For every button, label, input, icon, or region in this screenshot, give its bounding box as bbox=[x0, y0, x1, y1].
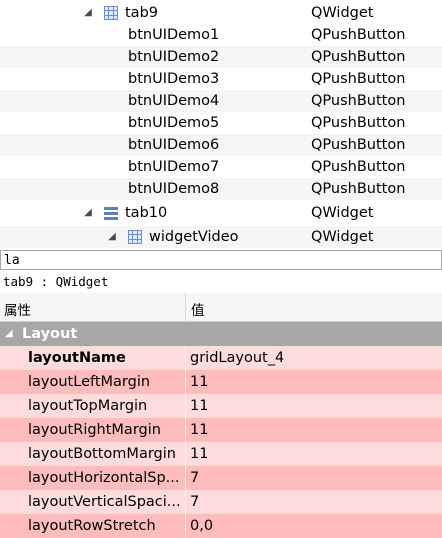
expand-arrow-icon[interactable]: ◢ bbox=[83, 2, 93, 24]
tree-item-tab10[interactable]: ◢ tab10 QWidget bbox=[0, 202, 442, 224]
property-column-header[interactable]: 属性 bbox=[4, 299, 31, 319]
property-name: layoutName bbox=[28, 350, 126, 366]
tree-item-class: QPushButton bbox=[311, 27, 406, 43]
tree-item-class: QPushButton bbox=[311, 115, 406, 131]
tree-item-name: tab9 bbox=[125, 5, 159, 21]
property-row-layoutleftmargin[interactable]: layoutLeftMargin 11 bbox=[0, 370, 442, 394]
tree-item-name: btnUIDemo5 bbox=[128, 115, 220, 131]
cell-divider bbox=[185, 370, 186, 394]
property-value[interactable]: 11 bbox=[190, 418, 208, 442]
property-name: layoutHorizontalSp... bbox=[28, 470, 180, 486]
tree-item-class: QWidget bbox=[311, 205, 374, 221]
property-row-layoutname[interactable]: layoutName gridLayout_4 bbox=[0, 346, 442, 370]
tree-item-btnuidemo3[interactable]: btnUIDemo3 QPushButton bbox=[0, 68, 442, 90]
tree-item-widgetvideo[interactable]: ◢ widgetVideo QWidget bbox=[0, 226, 442, 248]
tree-item-name: btnUIDemo2 bbox=[128, 49, 220, 65]
tree-item-btnuidemo8[interactable]: btnUIDemo8 QPushButton bbox=[0, 178, 442, 200]
property-group-name: Layout bbox=[22, 326, 78, 342]
current-object-label: tab9 : QWidget bbox=[3, 274, 109, 289]
property-name: layoutRightMargin bbox=[28, 422, 161, 438]
tree-item-name: widgetVideo bbox=[149, 229, 239, 245]
property-value[interactable]: 11 bbox=[190, 394, 208, 418]
cell-divider bbox=[185, 490, 186, 514]
tree-item-class: QPushButton bbox=[311, 71, 406, 87]
property-name: layoutLeftMargin bbox=[28, 374, 151, 390]
tree-item-class: QWidget bbox=[311, 229, 374, 245]
property-value[interactable]: 11 bbox=[190, 370, 208, 394]
property-table-header: 属性 值 bbox=[0, 293, 442, 322]
grid-layout-icon bbox=[104, 6, 118, 20]
tree-item-name: tab10 bbox=[125, 205, 168, 221]
collapse-arrow-icon[interactable]: ◢ bbox=[5, 322, 13, 346]
property-value[interactable]: 7 bbox=[190, 466, 199, 490]
property-row-layoutverticalspacing[interactable]: layoutVerticalSpaci... 7 bbox=[0, 490, 442, 514]
expand-arrow-icon[interactable]: ◢ bbox=[83, 202, 93, 224]
property-value[interactable]: gridLayout_4 bbox=[190, 346, 284, 370]
property-value[interactable]: 11 bbox=[190, 442, 208, 466]
property-row-layoutrightmargin[interactable]: layoutRightMargin 11 bbox=[0, 418, 442, 442]
tree-item-name: btnUIDemo3 bbox=[128, 71, 220, 87]
property-name: layoutRowStretch bbox=[28, 518, 156, 534]
cell-divider bbox=[185, 394, 186, 418]
tree-item-name: btnUIDemo8 bbox=[128, 181, 220, 197]
tree-item-btnuidemo6[interactable]: btnUIDemo6 QPushButton bbox=[0, 134, 442, 156]
stacked-layout-icon bbox=[104, 206, 118, 220]
tree-item-class: QPushButton bbox=[311, 93, 406, 109]
tree-item-btnuidemo4[interactable]: btnUIDemo4 QPushButton bbox=[0, 90, 442, 112]
cell-divider bbox=[185, 346, 186, 370]
tree-item-btnuidemo2[interactable]: btnUIDemo2 QPushButton bbox=[0, 46, 442, 68]
property-filter-input[interactable]: la bbox=[0, 250, 442, 270]
cell-divider bbox=[185, 418, 186, 442]
property-name: layoutTopMargin bbox=[28, 398, 148, 414]
tree-item-name: btnUIDemo6 bbox=[128, 137, 220, 153]
tree-item-btnuidemo1[interactable]: btnUIDemo1 QPushButton bbox=[0, 24, 442, 46]
tree-item-btnuidemo7[interactable]: btnUIDemo7 QPushButton bbox=[0, 156, 442, 178]
property-value[interactable]: 7 bbox=[190, 490, 199, 514]
property-row-layouthorizontalspacing[interactable]: layoutHorizontalSp... 7 bbox=[0, 466, 442, 490]
property-row-layoutbottommargin[interactable]: layoutBottomMargin 11 bbox=[0, 442, 442, 466]
header-divider bbox=[185, 293, 186, 321]
property-row-layouttopmargin[interactable]: layoutTopMargin 11 bbox=[0, 394, 442, 418]
tree-item-class: QPushButton bbox=[311, 181, 406, 197]
tree-item-name: btnUIDemo4 bbox=[128, 93, 220, 109]
property-name: layoutVerticalSpaci... bbox=[28, 494, 181, 510]
property-row-layoutrowstretch[interactable]: layoutRowStretch 0,0 bbox=[0, 514, 442, 538]
property-name: layoutBottomMargin bbox=[28, 446, 176, 462]
property-value[interactable]: 0,0 bbox=[190, 514, 213, 538]
tree-item-class: QPushButton bbox=[311, 137, 406, 153]
tree-item-class: QPushButton bbox=[311, 159, 406, 175]
tree-item-tab9[interactable]: ◢ tab9 QWidget bbox=[0, 2, 442, 24]
tree-item-btnuidemo5[interactable]: btnUIDemo5 QPushButton bbox=[0, 112, 442, 134]
cell-divider bbox=[185, 514, 186, 538]
object-inspector-tree: ◢ tab9 QWidget btnUIDemo1 QPushButton bt… bbox=[0, 0, 442, 248]
property-group-layout[interactable]: ◢ Layout bbox=[0, 322, 442, 346]
grid-layout-icon bbox=[128, 230, 142, 244]
tree-item-class: QPushButton bbox=[311, 49, 406, 65]
tree-item-name: btnUIDemo7 bbox=[128, 159, 220, 175]
expand-arrow-icon[interactable]: ◢ bbox=[107, 226, 117, 248]
cell-divider bbox=[185, 442, 186, 466]
tree-item-class: QWidget bbox=[311, 5, 374, 21]
cell-divider bbox=[185, 466, 186, 490]
value-column-header[interactable]: 值 bbox=[191, 299, 205, 319]
tree-item-name: btnUIDemo1 bbox=[128, 27, 220, 43]
